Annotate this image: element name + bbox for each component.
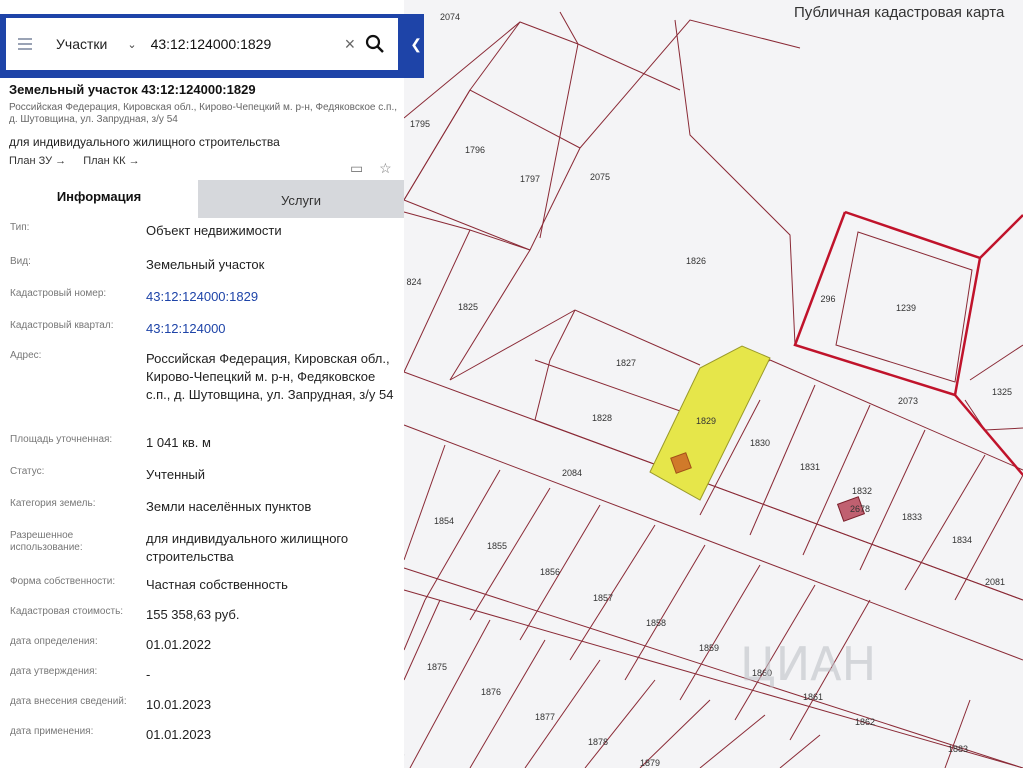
detail-value: 1 041 кв. м [146,435,211,450]
detail-value: Объект недвижимости [146,223,282,238]
detail-value: 01.01.2023 [146,727,212,742]
hamburger-menu-icon[interactable] [18,38,32,50]
detail-value: Российская Федерация, Кировская обл., Ки… [146,351,394,402]
parcel-label-1878: 1878 [588,737,608,747]
object-title: Земельный участок 43:12:124000:1829 [9,82,256,97]
parcel-label-1856: 1856 [540,567,560,577]
search-input[interactable]: 43:12:124000:1829 [151,36,341,52]
object-address: Российская Федерация, Кировская обл., Ки… [9,102,398,125]
parcel-label-1831: 1831 [800,462,820,472]
parcel-label-2081: 2081 [985,577,1005,587]
collapse-panel-icon[interactable]: ❮ [410,36,422,53]
parcel-label-1858: 1858 [646,618,666,628]
parcel-label-1830: 1830 [750,438,770,448]
parcel-label-1862: 1862 [855,717,875,727]
parcel-label-2074: 2074 [440,12,460,22]
object-purpose: для индивидуального жилищного строительс… [9,135,280,149]
parcel-label-1796: 1796 [465,145,485,155]
watermark-logo: ЦИАН [740,637,876,691]
parcel-label-2084: 2084 [562,468,582,478]
detail-value: Частная собственность [146,577,288,592]
parcel-label-1325: 1325 [992,387,1012,397]
plan-zu-link[interactable]: План ЗУ → [9,155,66,167]
detail-label: Адрес: [10,350,42,361]
parcel-label-1239: 1239 [896,303,916,313]
parcel-label-2678: 2678 [850,504,870,514]
parcel-label-296: 296 [820,294,835,304]
parcel-label-1825: 1825 [458,302,478,312]
map-title: Публичная кадастровая карта [794,4,1005,21]
tab-information[interactable]: Информация [0,180,198,218]
detail-value: 10.01.2023 [146,697,212,712]
detail-label: Форма собственности: [10,576,116,587]
parcel-label-1855: 1855 [487,541,507,551]
clear-icon[interactable]: × [345,34,356,55]
detail-label: дата определения: [10,636,98,647]
detail-label: Категория земель: [10,498,96,509]
parcel-label-1832: 1832 [852,486,872,496]
detail-value: 155 358,63 руб. [146,607,240,622]
info-panel: Участки ⌄ 43:12:124000:1829 × ❮ Земельны… [0,0,424,768]
detail-label: Тип: [10,222,30,233]
parcel-label-2075: 2075 [590,172,610,182]
detail-label: Разрешенное использование: [10,530,83,553]
parcel-label-1834: 1834 [952,535,972,545]
detail-value: Учтенный [146,467,206,482]
detail-value: 01.01.2022 [146,637,212,652]
search-bar: Участки ⌄ 43:12:124000:1829 × ❮ [0,14,424,78]
parcel-label-1797: 1797 [520,174,540,184]
detail-value[interactable]: 43:12:124000 [146,320,396,338]
tab-services[interactable]: Услуги [198,180,404,218]
detail-value: для индивидуального жилищного строительс… [146,531,349,564]
parcel-label-1795: 1795 [410,119,430,129]
detail-label: Площадь уточненная: [10,434,113,445]
parcel-label-1829: 1829 [696,416,716,426]
parcel-label-1833: 1833 [902,512,922,522]
plan-kk-link[interactable]: План КК → [83,155,139,167]
search-category-select[interactable]: Участки [56,36,107,52]
parcel-label-1854: 1854 [434,516,454,526]
chevron-down-icon[interactable]: ⌄ [127,38,136,51]
parcel-label-1859: 1859 [699,643,719,653]
detail-value: Земли населённых пунктов [146,499,312,514]
parcel-label-1826: 1826 [686,256,706,266]
detail-label: Статус: [10,466,45,477]
detail-value: Земельный участок [146,257,265,272]
star-icon[interactable]: ☆ [379,160,392,176]
parcel-label-1827: 1827 [616,358,636,368]
parcel-label-1879: 1879 [640,758,660,768]
parcel-label-1876: 1876 [481,687,501,697]
parcel-label-824: 824 [406,277,421,287]
detail-label: Кадастровый квартал: [10,320,114,331]
parcel-label-1857: 1857 [593,593,613,603]
detail-label: Вид: [10,256,31,267]
detail-label: Кадастровая стоимость: [10,606,124,617]
detail-label: дата утверждения: [10,666,98,677]
detail-value[interactable]: 43:12:124000:1829 [146,288,396,306]
parcel-label-1875: 1875 [427,662,447,672]
parcel-label-2073: 2073 [898,396,918,406]
search-on-map-icon[interactable]: ▭ [350,160,363,176]
detail-label: дата применения: [10,726,94,737]
parcel-label-1828: 1828 [592,413,612,423]
detail-label: Кадастровый номер: [10,288,107,299]
detail-label: дата внесения сведений: [10,696,127,707]
parcel-label-1877: 1877 [535,712,555,722]
search-icon[interactable] [365,34,385,54]
parcel-label-1861: 1861 [803,692,823,702]
detail-value: - [146,667,151,682]
parcel-label-1883: 1883 [948,744,968,754]
